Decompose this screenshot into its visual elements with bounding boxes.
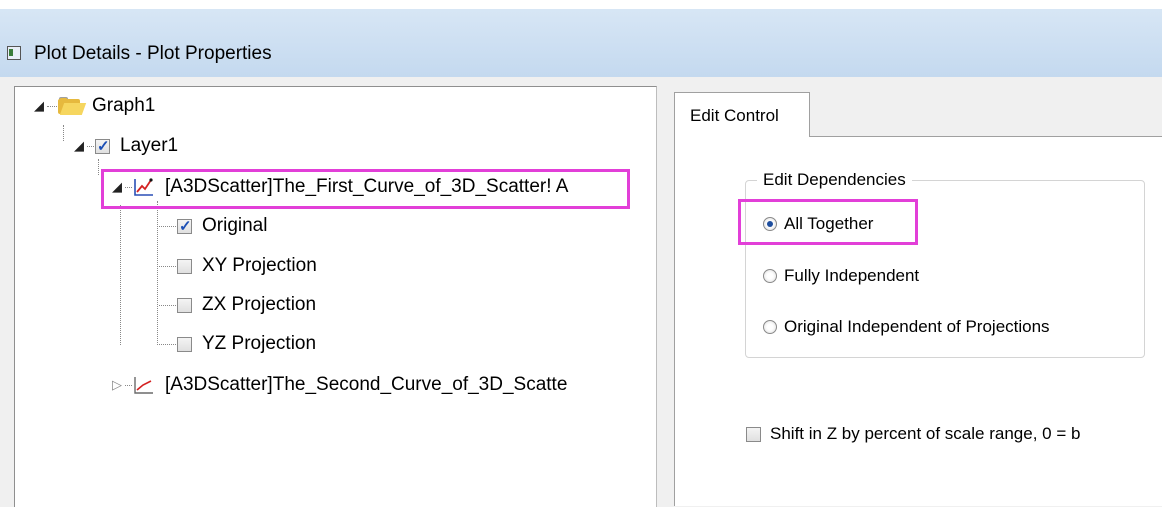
tree-connector <box>63 125 64 141</box>
tree-dots <box>125 384 132 386</box>
tree-item-label: Layer1 <box>120 135 179 156</box>
plot-tree[interactable]: ◢ Graph1 ◢ Layer1 ◢ [A3DScatter]The_Firs… <box>14 86 657 507</box>
top-edge <box>0 0 1162 9</box>
tree-item-xy-projection[interactable]: XY Projection <box>158 251 317 281</box>
radio-original-independent[interactable]: Original Independent of Projections <box>763 317 1050 337</box>
tree-dots <box>159 304 176 306</box>
app-window-icon <box>7 46 21 60</box>
tree-connector <box>98 159 99 175</box>
edit-dependencies-title: Edit Dependencies <box>757 170 912 190</box>
shift-z-label: Shift in Z by percent of scale range, 0 … <box>770 424 1081 443</box>
tree-dots <box>87 145 94 147</box>
tree-item-label: Original <box>202 215 268 236</box>
tree-dots <box>159 265 176 267</box>
tree-item-layer1[interactable]: ◢ Layer1 <box>72 131 178 161</box>
tree-item-graph1[interactable]: ◢ Graph1 <box>32 91 155 121</box>
layer-checkbox[interactable] <box>95 137 110 155</box>
expand-arrow-icon[interactable]: ◢ <box>32 98 46 114</box>
tree-item-label: Graph1 <box>92 95 156 116</box>
tab-edit-control[interactable]: Edit Control <box>674 92 810 137</box>
original-checkbox[interactable] <box>177 217 192 235</box>
tree-item-label: YZ Projection <box>202 333 317 354</box>
shift-z-option[interactable]: Shift in Z by percent of scale range, 0 … <box>746 424 1080 444</box>
tree-item-original[interactable]: Original <box>158 211 267 241</box>
yz-projection-checkbox[interactable] <box>177 336 192 352</box>
expand-arrow-icon[interactable]: ◢ <box>72 138 86 154</box>
collapse-arrow-icon[interactable]: ▷ <box>110 377 124 393</box>
radio-button[interactable] <box>763 269 777 283</box>
tree-dots <box>47 105 57 107</box>
radio-fully-independent[interactable]: Fully Independent <box>763 266 919 286</box>
tree-item-zx-projection[interactable]: ZX Projection <box>158 290 316 320</box>
zx-projection-checkbox[interactable] <box>177 297 192 313</box>
shift-z-checkbox[interactable] <box>746 426 761 442</box>
tree-dots <box>159 343 176 345</box>
title-bar[interactable]: Plot Details - Plot Properties <box>0 9 1162 77</box>
tree-item-label: XY Projection <box>202 255 317 276</box>
tree-item-label: [A3DScatter]The_Second_Curve_of_3D_Scatt… <box>165 374 568 395</box>
tree-item-curve2[interactable]: ▷ [A3DScatter]The_Second_Curve_of_3D_Sca… <box>110 370 567 400</box>
window-title: Plot Details - Plot Properties <box>34 43 272 64</box>
folder-icon <box>58 97 87 115</box>
option-highlight-box <box>738 199 918 245</box>
radio-button[interactable] <box>763 320 777 334</box>
tree-item-yz-projection[interactable]: YZ Projection <box>158 329 316 359</box>
radio-label: Fully Independent <box>784 266 920 285</box>
xy-projection-checkbox[interactable] <box>177 258 192 274</box>
curve-highlight-box <box>101 169 630 209</box>
tab-label: Edit Control <box>690 106 779 125</box>
tree-dots <box>159 225 176 227</box>
tree-item-label: ZX Projection <box>202 294 317 315</box>
radio-label: Original Independent of Projections <box>784 317 1050 336</box>
tree-connector <box>120 205 121 345</box>
3d-scatter-plot-icon <box>134 377 153 394</box>
